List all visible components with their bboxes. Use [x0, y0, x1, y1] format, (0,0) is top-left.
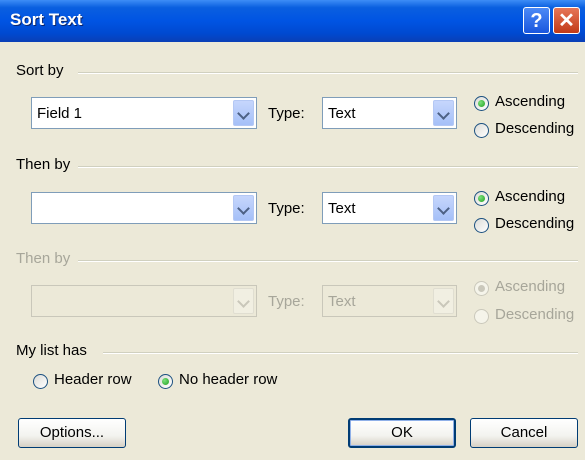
then-by-2-ascending-label: Ascending — [495, 278, 566, 295]
then-by-2-descending-radio — [474, 309, 489, 324]
help-button[interactable]: ? — [523, 7, 550, 34]
sort-text-dialog: Sort Text ? ✕ Sort by Field 1 Type: Text… — [0, 0, 585, 460]
then-by-divider — [78, 166, 578, 168]
chevron-down-icon[interactable] — [433, 195, 454, 221]
then-by-ascending-radio[interactable] — [474, 191, 489, 206]
then-by-2-type-label: Type: — [268, 293, 305, 310]
then-by-2-group-label: Then by — [16, 250, 71, 267]
window-title: Sort Text — [10, 10, 83, 29]
ok-button-label: OK — [391, 424, 413, 441]
then-by-field-combo[interactable] — [31, 192, 257, 224]
cancel-button[interactable]: Cancel — [470, 418, 578, 448]
options-button[interactable]: Options... — [18, 418, 126, 448]
chevron-down-icon[interactable] — [233, 195, 254, 221]
sort-by-type-label: Type: — [268, 105, 305, 122]
header-row-label[interactable]: Header row — [54, 371, 132, 388]
then-by-2-descending-label: Descending — [495, 306, 575, 323]
ok-button[interactable]: OK — [348, 418, 456, 448]
then-by-2-divider — [78, 260, 578, 262]
chevron-down-icon[interactable] — [233, 100, 254, 126]
then-by-ascending-label[interactable]: Ascending — [495, 188, 565, 205]
sort-by-divider — [78, 72, 578, 74]
then-by-2-ascending-radio — [474, 281, 489, 296]
my-list-has-group-label: My list has — [16, 342, 87, 359]
sort-by-field-value: Field 1 — [37, 105, 83, 122]
chevron-down-icon — [233, 288, 254, 314]
chevron-down-icon[interactable] — [433, 100, 454, 126]
header-row-radio[interactable] — [33, 374, 48, 389]
then-by-type-combo[interactable]: Text — [322, 192, 457, 224]
then-by-2-field-combo — [31, 285, 257, 317]
then-by-2-type-value: Text — [328, 293, 356, 310]
then-by-descending-radio[interactable] — [474, 218, 489, 233]
no-header-row-label[interactable]: No header row — [179, 371, 277, 388]
sort-by-descending-label[interactable]: Descending — [495, 120, 574, 137]
chevron-down-icon — [433, 288, 454, 314]
sort-by-descending-radio[interactable] — [474, 123, 489, 138]
then-by-type-value: Text — [328, 200, 356, 217]
then-by-descending-label[interactable]: Descending — [495, 215, 574, 232]
cancel-button-label: Cancel — [500, 424, 548, 441]
my-list-has-divider — [103, 352, 578, 354]
sort-by-ascending-label[interactable]: Ascending — [495, 93, 565, 110]
then-by-2-type-combo: Text — [322, 285, 457, 317]
sort-by-field-combo[interactable]: Field 1 — [31, 97, 257, 129]
then-by-type-label: Type: — [268, 200, 305, 217]
sort-by-group-label: Sort by — [16, 62, 64, 79]
sort-by-type-combo[interactable]: Text — [322, 97, 457, 129]
no-header-row-radio[interactable] — [158, 374, 173, 389]
close-button[interactable]: ✕ — [553, 7, 580, 34]
sort-by-type-value: Text — [328, 105, 356, 122]
sort-by-ascending-radio[interactable] — [474, 96, 489, 111]
then-by-group-label: Then by — [16, 156, 71, 173]
title-bar[interactable]: Sort Text ? ✕ — [0, 0, 585, 42]
options-button-label: Options... — [39, 424, 105, 441]
